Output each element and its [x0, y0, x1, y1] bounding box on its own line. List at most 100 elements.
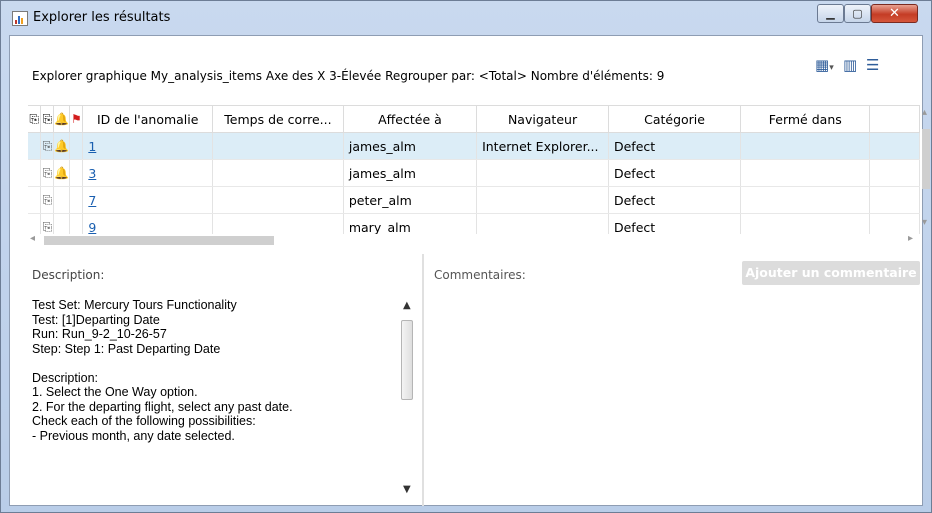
table-row[interactable]: ⎘ 🔔 3 james_alm Defect	[28, 159, 920, 187]
grid-vertical-scroll-thumb[interactable]	[922, 129, 930, 189]
close-button[interactable]: ✕	[871, 4, 918, 23]
description-text-area[interactable]: Test Set: Mercury Tours Functionality Te…	[32, 298, 416, 499]
description-line: Run: Run_9-2_10-26-57	[32, 327, 167, 341]
cell-category: Defect	[608, 213, 742, 234]
table-row[interactable]: ⎘ 🔔 1 james_alm Internet Explorer... Def…	[28, 132, 920, 160]
attachment-icon: ⎘	[40, 159, 55, 187]
export-icon[interactable]: ☰	[866, 56, 879, 78]
cell-temps	[212, 186, 344, 214]
pane-splitter[interactable]	[422, 254, 424, 506]
table-row[interactable]: ⎘ 7 peter_alm Defect	[28, 186, 920, 214]
cell-filler	[869, 186, 920, 214]
row-empty-icon-cell	[28, 159, 42, 187]
defect-id-link[interactable]: 9	[88, 220, 96, 235]
column-chooser-icon[interactable]: ▥	[843, 56, 857, 78]
description-line: Step: Step 1: Past Departing Date	[32, 341, 221, 356]
cell-category: Defect	[608, 159, 742, 187]
description-line: - Previous month, any date selected.	[32, 428, 235, 443]
info-bar-text: Explorer graphique My_analysis_items Axe…	[32, 69, 665, 83]
grid-select-icon[interactable]: ▦▾	[815, 56, 834, 78]
description-scroll-thumb[interactable]	[401, 320, 413, 400]
row-flag-cell	[69, 132, 84, 160]
row-empty-icon-cell	[28, 186, 42, 214]
cell-browser: Internet Explorer...	[476, 132, 609, 160]
cell-browser	[476, 159, 609, 187]
alert-bell-icon: 🔔	[53, 159, 71, 187]
cell-filler	[869, 132, 920, 160]
grid-horizontal-scrollbar[interactable]: ◂ ▸	[28, 233, 920, 247]
cell-browser	[476, 186, 609, 214]
cell-browser	[476, 213, 609, 234]
scroll-up-icon[interactable]: ▴	[922, 107, 927, 118]
info-bar: Explorer graphique My_analysis_items Axe…	[10, 36, 922, 88]
scroll-up-icon[interactable]: ▲	[403, 300, 411, 311]
cell-assigned: mary_alm	[343, 213, 478, 234]
row-flag-cell	[69, 186, 84, 214]
cell-closed	[740, 132, 871, 160]
cell-temps	[212, 132, 344, 160]
window-client-area: Explorer graphique My_analysis_items Axe…	[9, 35, 930, 506]
description-label: Description:	[32, 268, 105, 282]
column-header-browser[interactable]: Navigateur	[476, 106, 609, 133]
window-title: Explorer les résultats	[33, 10, 171, 25]
attachment-icon: ⎘	[40, 213, 55, 234]
description-line	[32, 356, 416, 371]
column-header-assigned[interactable]: Affectée à	[343, 106, 478, 133]
column-header-id[interactable]: ID de l'anomalie	[82, 106, 214, 133]
maximize-button[interactable]: ▢	[844, 4, 871, 23]
results-grid: ⎘ ⎘ 🔔 ⚑ ID de l'anomalie Temps de corre.…	[28, 105, 920, 234]
defect-id-link[interactable]: 7	[88, 193, 96, 208]
comments-label: Commentaires:	[434, 268, 526, 282]
grid-header-row: ⎘ ⎘ 🔔 ⚑ ID de l'anomalie Temps de corre.…	[28, 106, 920, 133]
grid-vertical-scrollbar[interactable]: ▴ ▾	[920, 105, 932, 236]
cell-assigned: james_alm	[343, 159, 478, 187]
scroll-right-icon[interactable]: ▸	[908, 233, 913, 244]
grid-horizontal-scroll-thumb[interactable]	[44, 236, 274, 245]
close-icon: ✕	[889, 6, 900, 21]
cell-closed	[740, 213, 871, 234]
column-header-category[interactable]: Catégorie	[608, 106, 742, 133]
cell-closed	[740, 186, 871, 214]
cell-id: 7	[82, 186, 214, 214]
attachment2-column-icon[interactable]: ⎘	[40, 106, 55, 133]
cell-id: 1	[82, 132, 214, 160]
cell-assigned: james_alm	[343, 132, 478, 160]
alert-column-icon[interactable]: 🔔	[53, 106, 71, 133]
table-row[interactable]: ⎘ 9 mary_alm Defect	[28, 213, 920, 235]
description-line: Description:	[32, 370, 98, 385]
cell-id: 9	[82, 213, 214, 235]
column-header-temps[interactable]: Temps de corre...	[212, 106, 344, 133]
row-empty-icon-cell	[28, 132, 42, 160]
description-scrollbar[interactable]: ▲ ▼	[399, 298, 415, 499]
cell-assigned: peter_alm	[343, 186, 478, 214]
defect-id-link[interactable]: 3	[88, 166, 96, 181]
description-line: 1. Select the One Way option.	[32, 385, 198, 399]
cell-category: Defect	[608, 186, 742, 214]
cell-temps	[212, 159, 344, 187]
attachment-icon: ⎘	[40, 186, 55, 214]
row-alert-cell	[53, 213, 71, 234]
explore-results-window: Explorer les résultats ▁ ▢ ✕ Explorer gr…	[0, 0, 932, 513]
cell-category: Defect	[608, 132, 742, 160]
scroll-down-icon[interactable]: ▼	[403, 484, 411, 495]
scroll-down-icon[interactable]: ▾	[922, 217, 927, 228]
scroll-left-icon[interactable]: ◂	[30, 233, 35, 244]
column-header-closed[interactable]: Fermé dans	[740, 106, 871, 133]
title-bar[interactable]: Explorer les résultats ▁ ▢ ✕	[1, 1, 931, 35]
description-line: 2. For the departing flight, select any …	[32, 399, 293, 414]
attachment-icon: ⎘	[40, 132, 55, 160]
row-flag-cell	[69, 213, 84, 234]
attachment-column-icon[interactable]: ⎘	[28, 106, 42, 133]
cell-temps	[212, 213, 344, 234]
defect-id-link[interactable]: 1	[88, 139, 96, 154]
alert-bell-icon: 🔔	[53, 132, 71, 160]
minimize-icon: ▁	[826, 7, 835, 20]
flag-column-icon[interactable]: ⚑	[69, 106, 84, 133]
description-line: Test Set: Mercury Tours Functionality	[32, 298, 237, 312]
minimize-button[interactable]: ▁	[817, 4, 844, 23]
cell-id: 3	[82, 159, 214, 187]
add-comment-button[interactable]: Ajouter un commentaire	[742, 261, 920, 285]
cell-closed	[740, 159, 871, 187]
cell-filler	[869, 159, 920, 187]
row-alert-cell	[53, 186, 71, 214]
